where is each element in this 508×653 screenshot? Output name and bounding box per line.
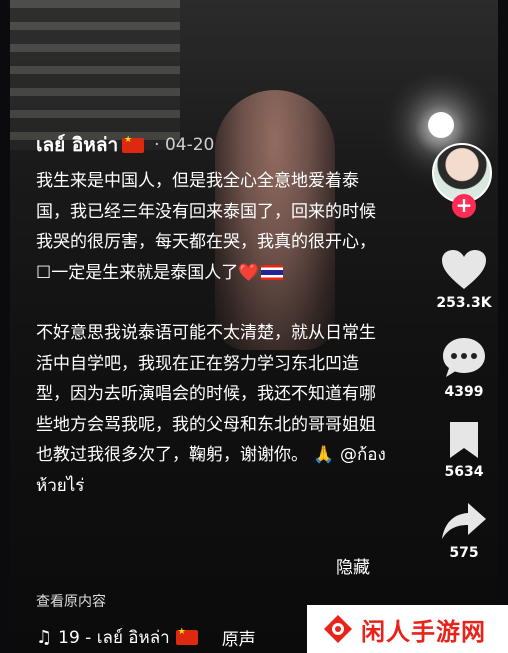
caption: 我生来是中国人，但是我全心全意地爱着泰国，我已经三年没有回来泰国了，回来的时候我…: [36, 166, 386, 501]
plus-icon: +: [455, 193, 473, 217]
follow-button[interactable]: +: [452, 194, 476, 218]
pray-emoji: 🙏: [313, 445, 335, 465]
video-frame[interactable]: เลย์ อิหล่า · 04-20 我生来是中国人，但是我全心全意地爱着泰国…: [10, 0, 498, 653]
comment-count: 4399: [444, 384, 484, 400]
save-button[interactable]: 5634: [426, 420, 498, 480]
author-row: เลย์ อิหล่า · 04-20: [36, 130, 214, 160]
music-china-flag-icon: [175, 627, 198, 645]
share-count: 575: [449, 545, 479, 561]
music-title: 19 - เลย์ อิหล่า: [58, 628, 170, 648]
heart-icon: [442, 250, 486, 289]
thailand-flag-icon: [261, 264, 284, 280]
original-sound-label: 原声: [221, 630, 256, 650]
post-date: · 04-20: [154, 135, 215, 155]
share-button[interactable]: 575: [426, 501, 498, 561]
hide-caption-button[interactable]: 隐藏: [336, 553, 370, 578]
background-building: [10, 0, 180, 150]
music-row[interactable]: ♫ 19 - เลย์ อิหล่า 原声: [36, 624, 256, 651]
view-original-link[interactable]: 查看原内容: [36, 591, 106, 611]
comment-icon: [443, 338, 485, 377]
background-street-light: [428, 112, 454, 138]
like-button[interactable]: 253.3K: [426, 249, 498, 311]
heart-emoji: ❤️: [238, 262, 260, 283]
watermark-logo-icon: [324, 615, 352, 643]
watermark-text: 闲人手游网: [361, 617, 486, 646]
china-flag-icon: [122, 135, 145, 153]
bookmark-icon: [450, 422, 478, 458]
save-count: 5634: [444, 464, 484, 480]
caption-paragraph-1: 我生来是中国人，但是我全心全意地爱着泰国，我已经三年没有回来泰国了，回来的时候我…: [36, 171, 376, 283]
comment-button[interactable]: 4399: [426, 336, 498, 400]
author-name[interactable]: เลย์ อิหล่า: [36, 130, 118, 160]
music-note-icon: ♫: [36, 627, 53, 648]
caption-paragraph-2: 不好意思我说泰语可能不太清楚，就从日常生活中自学吧，我现在正在努力学习东北凹造型…: [36, 323, 386, 496]
like-count: 253.3K: [436, 295, 492, 311]
site-watermark: 闲人手游网: [307, 605, 508, 653]
share-icon: [442, 503, 486, 539]
